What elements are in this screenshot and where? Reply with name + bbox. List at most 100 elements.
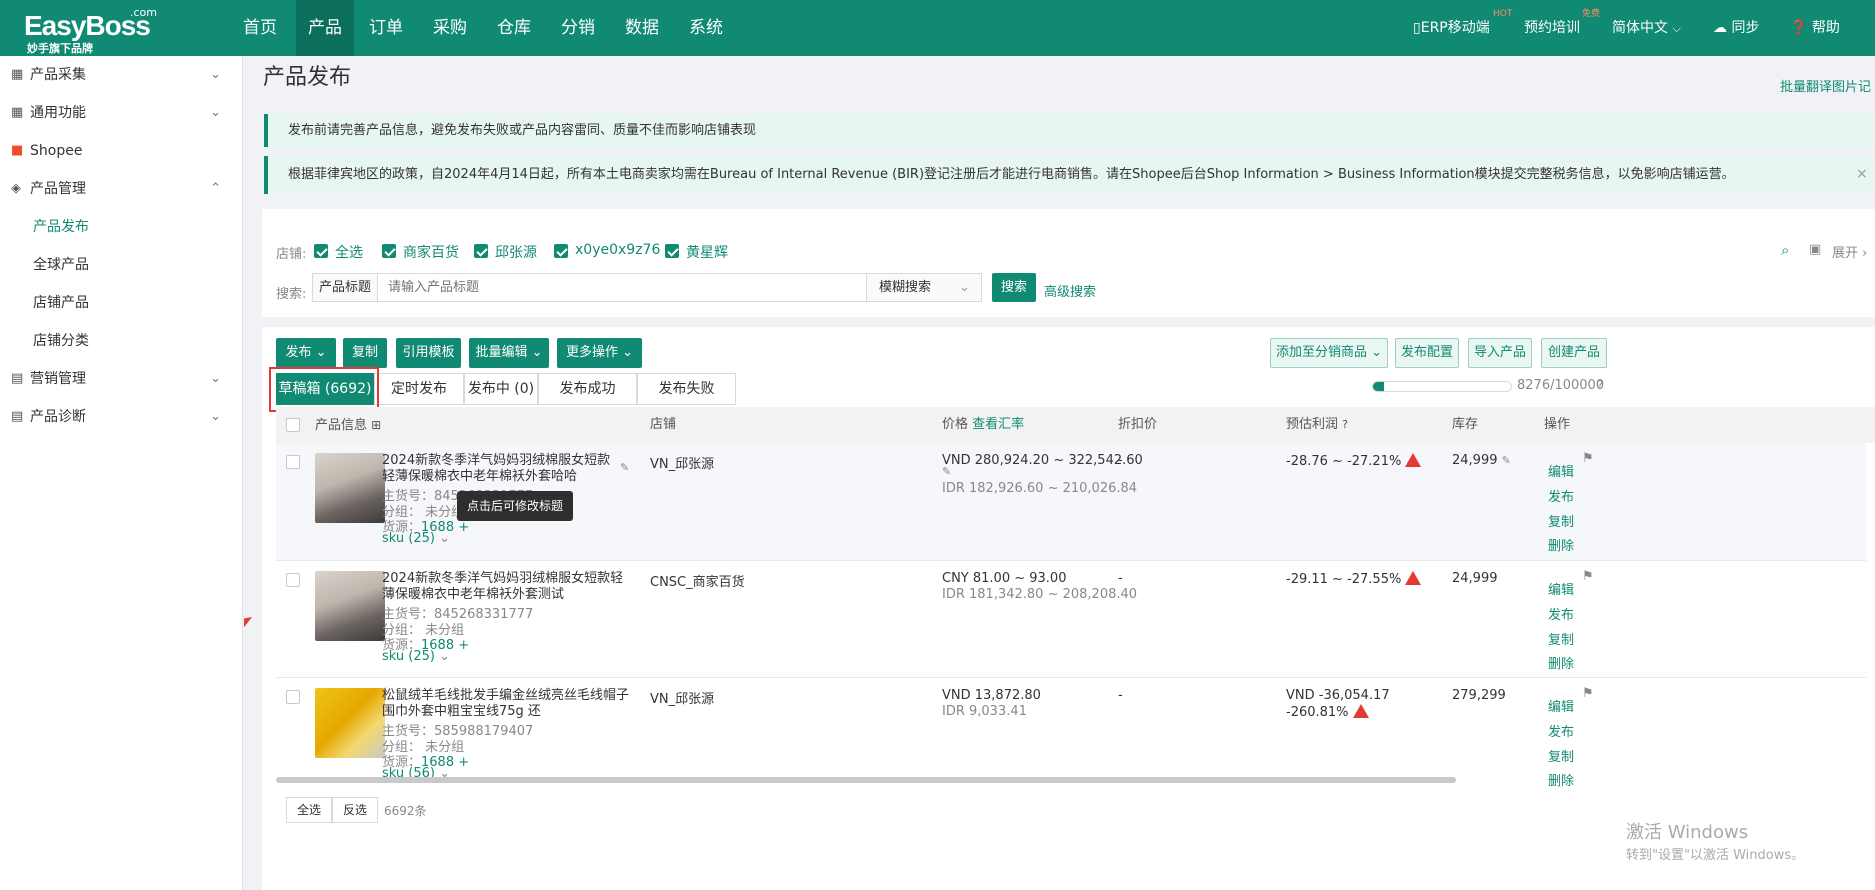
search-icon[interactable]: ⌕ — [1781, 241, 1789, 259]
sidebar-item-shop-products[interactable]: 店铺产品 — [0, 284, 243, 322]
expand-filter-button[interactable]: 展开 › — [1832, 242, 1867, 261]
product-thumbnail[interactable] — [315, 453, 385, 523]
search-input[interactable] — [377, 273, 867, 302]
add-to-distribution-button[interactable]: 添加至分销商品 ⌄ — [1270, 338, 1388, 368]
product-title[interactable]: 2024新款冬季洋气妈妈羽绒棉服女短款轻薄保暖棉衣中老年棉袄外套测试 — [382, 571, 632, 603]
profit-value: -29.11 ~ -27.55% — [1286, 572, 1402, 587]
shop-checkbox-shangjia[interactable] — [382, 244, 396, 258]
edit-action[interactable]: 编辑 — [1548, 579, 1574, 598]
invert-selection-button[interactable]: 反选 — [332, 797, 379, 823]
sidebar-item-marketing[interactable]: ▤ 营销管理 ⌄ — [0, 360, 243, 398]
sidebar-item-shop-categories[interactable]: 店铺分类 — [0, 322, 243, 360]
product-thumbnail[interactable] — [315, 571, 385, 641]
publish-action[interactable]: 发布 — [1548, 486, 1574, 505]
help-icon[interactable]: ? — [1342, 418, 1348, 431]
edit-stock-icon[interactable]: ✎ — [1502, 454, 1511, 467]
info-icon[interactable]: ? — [1597, 378, 1603, 392]
close-icon[interactable]: × — [1856, 166, 1868, 182]
row-price-primary: VND 280,924.20 ~ 322,542.60 — [942, 453, 1143, 468]
tab-failed[interactable]: 发布失败 (669) — [637, 373, 736, 427]
sidebar-item-label: 通用功能 — [30, 105, 86, 121]
sidebar-item-shopee[interactable]: ■ Shopee — [0, 132, 243, 170]
sidebar-item-product-publish[interactable]: 产品发布 — [0, 208, 243, 246]
edit-price-icon[interactable]: ✎ — [942, 465, 951, 478]
row-checkbox[interactable] — [286, 455, 300, 469]
publish-dropdown-button[interactable]: 发布 ⌄ — [276, 338, 336, 368]
notice-bir-policy: 根据菲律宾地区的政策，自2024年4月14日起，所有本土电商卖家均需在Burea… — [264, 156, 1875, 194]
flag-icon[interactable]: ⚑ — [1582, 451, 1594, 466]
edit-action[interactable]: 编辑 — [1548, 461, 1574, 480]
add-source-icon[interactable]: + — [458, 638, 469, 653]
advanced-search-link[interactable]: 高级搜索 — [1044, 281, 1096, 300]
select-all-checkbox[interactable] — [286, 418, 300, 432]
language-select[interactable]: 简体中文 ⌵ — [1612, 0, 1681, 56]
search-field-select[interactable]: 产品标题 — [312, 273, 378, 302]
flag-icon[interactable]: ⚑ — [1582, 569, 1594, 584]
sidebar-item-product-mgmt[interactable]: ◈ 产品管理 ⌃ — [0, 170, 243, 208]
search-button[interactable]: 搜索 — [992, 273, 1036, 302]
publish-action[interactable]: 发布 — [1548, 721, 1574, 740]
import-product-button[interactable]: 导入产品 — [1468, 338, 1532, 368]
exchange-rate-link[interactable]: 查看汇率 — [972, 417, 1024, 432]
nav-data[interactable]: 数据 — [615, 0, 669, 56]
template-button[interactable]: 引用模板 — [396, 338, 461, 368]
help-button[interactable]: ❓ 帮助 — [1790, 0, 1840, 56]
nav-product[interactable]: 产品 — [296, 0, 354, 56]
nav-warehouse[interactable]: 仓库 — [487, 0, 541, 56]
layout-icon[interactable]: ▣ — [1809, 242, 1821, 257]
delete-action[interactable]: 删除 — [1548, 770, 1574, 789]
sku-toggle[interactable]: sku (25) ⌄ — [382, 531, 450, 546]
tab-scheduled[interactable]: 定时发布 (51) — [374, 373, 464, 427]
product-title[interactable]: 松鼠绒羊毛线批发手编金丝绒亮丝毛线帽子围巾外套中粗宝宝线75g 还 — [382, 688, 632, 720]
shop-checkbox-huangxinghui[interactable] — [665, 244, 679, 258]
sidebar-item-collect[interactable]: ▦ 产品采集 ⌄ — [0, 56, 243, 94]
erp-mobile-link[interactable]: ▯ERP移动端 HOT — [1413, 0, 1512, 56]
training-link[interactable]: 预约培训 免费 — [1524, 0, 1600, 56]
delete-action[interactable]: 删除 — [1548, 535, 1574, 554]
header-price: 价格 查看汇率 — [942, 407, 1024, 443]
select-all-button[interactable]: 全选 — [286, 797, 333, 823]
publish-action[interactable]: 发布 — [1548, 604, 1574, 623]
sidebar-item-general[interactable]: ▦ 通用功能 ⌄ — [0, 94, 243, 132]
add-source-icon[interactable]: + — [458, 755, 469, 770]
edit-action[interactable]: 编辑 — [1548, 696, 1574, 715]
tab-published[interactable]: 发布成功 (864) — [538, 373, 637, 427]
expand-label: 展开 — [1832, 246, 1859, 261]
product-thumbnail[interactable] — [315, 688, 385, 758]
nav-purchase[interactable]: 采购 — [423, 0, 477, 56]
sidebar-item-diagnosis[interactable]: ▤ 产品诊断 ⌄ — [0, 398, 243, 436]
help-icon: ❓ — [1790, 20, 1808, 36]
sidebar-item-global-products[interactable]: 全球产品 — [0, 246, 243, 284]
tab-publishing[interactable]: 发布中 (0) — [464, 373, 538, 405]
search-mode-select[interactable]: 模糊搜索 ⌄ — [866, 273, 982, 302]
add-source-icon[interactable]: + — [458, 520, 469, 535]
more-actions-button[interactable]: 更多操作 ⌄ — [557, 338, 642, 368]
shop-checkbox-qiuzhangyuan[interactable] — [474, 244, 488, 258]
batch-edit-button[interactable]: 批量编辑 ⌄ — [469, 338, 549, 368]
copy-action[interactable]: 复制 — [1548, 746, 1574, 765]
nav-home[interactable]: 首页 — [232, 0, 288, 56]
copy-button[interactable]: 复制 — [343, 338, 387, 368]
shop-checkbox-all[interactable] — [314, 244, 328, 258]
sync-button[interactable]: ☁ 同步 — [1713, 0, 1759, 56]
sku-toggle[interactable]: sku (25) ⌄ — [382, 649, 450, 664]
nav-system[interactable]: 系统 — [679, 0, 733, 56]
edit-pen-icon[interactable]: ✎ — [620, 461, 629, 474]
shop-checkbox-x0ye0x9z76[interactable] — [554, 244, 568, 258]
batch-translate-link[interactable]: 批量翻译图片记 — [1780, 76, 1871, 95]
expand-column-icon[interactable]: ⊞ — [371, 418, 381, 432]
create-product-button[interactable]: 创建产品 — [1541, 338, 1607, 368]
copy-action[interactable]: 复制 — [1548, 629, 1574, 648]
horizontal-scrollbar[interactable] — [276, 777, 1456, 783]
nav-order[interactable]: 订单 — [359, 0, 413, 56]
top-bar: EasyBoss .com 妙手旗下品牌 首页 产品 订单 采购 仓库 分销 数… — [0, 0, 1875, 56]
delete-action[interactable]: 删除 — [1548, 653, 1574, 672]
flag-icon[interactable]: ⚑ — [1582, 686, 1594, 701]
sku-count: sku (25) — [382, 649, 435, 664]
copy-action[interactable]: 复制 — [1548, 511, 1574, 530]
nav-distribution[interactable]: 分销 — [551, 0, 605, 56]
brand-logo[interactable]: EasyBoss .com 妙手旗下品牌 — [24, 6, 174, 55]
product-title[interactable]: 2024新款冬季洋气妈妈羽绒棉服女短款轻薄保暖棉衣中老年棉袄外套哈哈 — [382, 453, 620, 485]
publish-config-button[interactable]: 发布配置 — [1395, 338, 1459, 368]
page-title: 产品发布 — [263, 65, 352, 90]
